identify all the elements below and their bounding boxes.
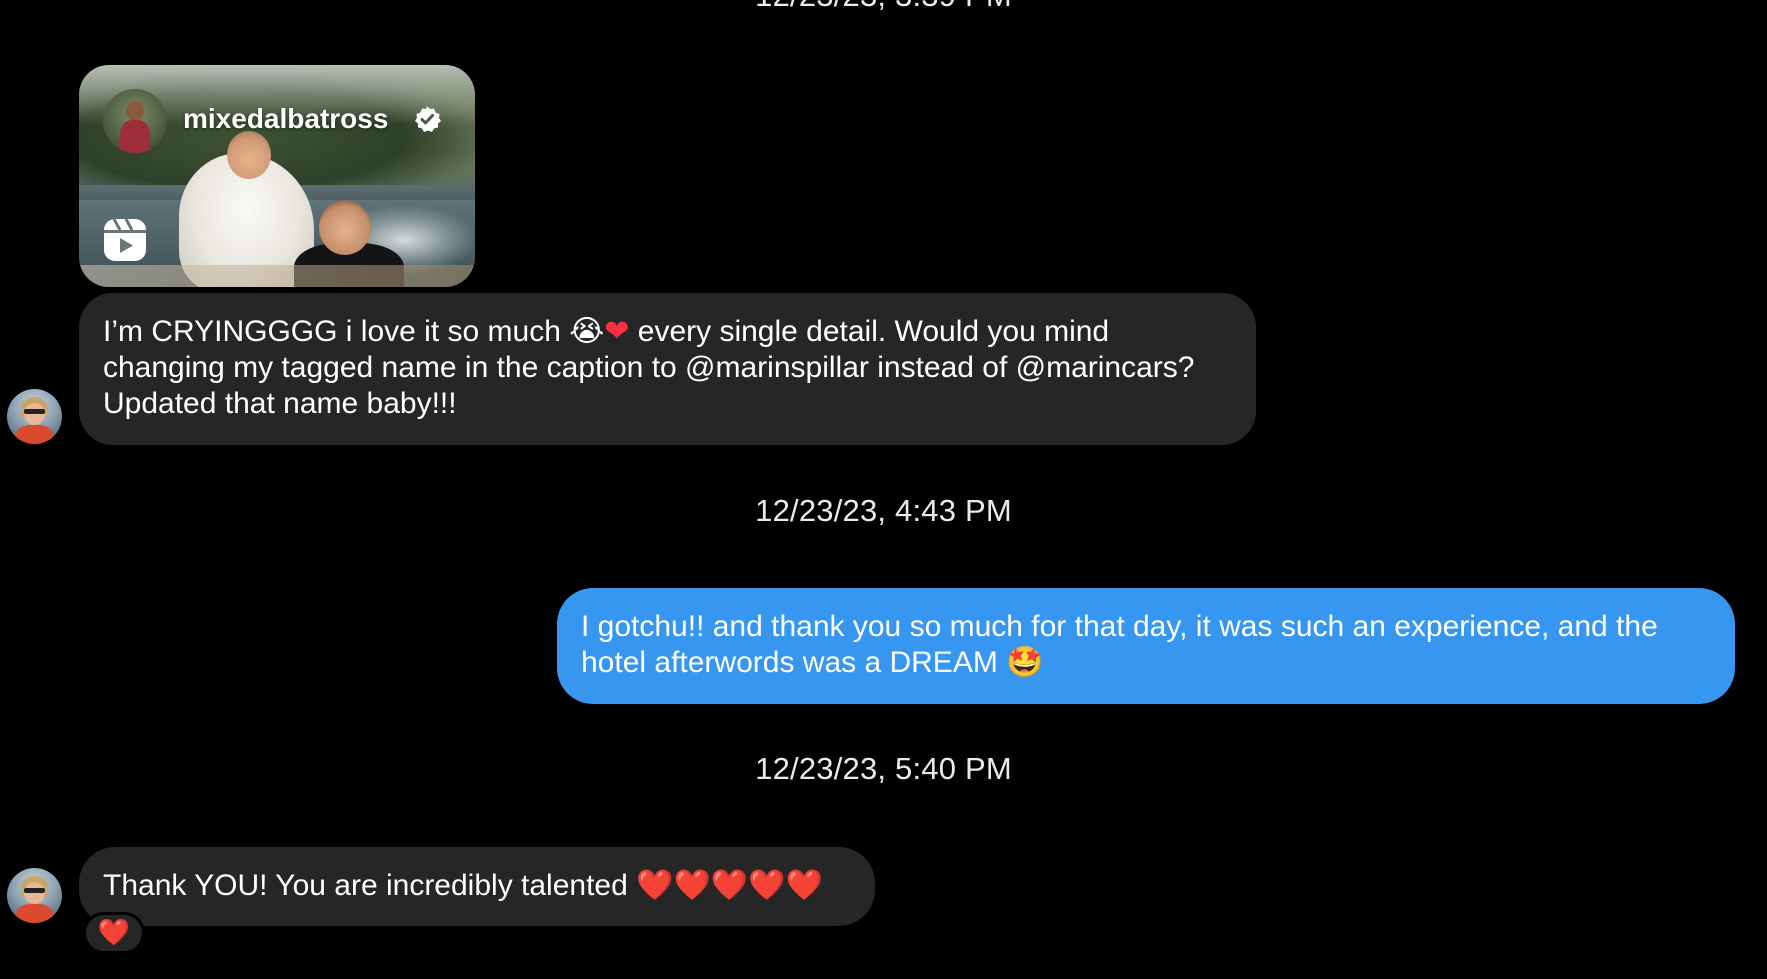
reel-thumbnail-bride-head bbox=[227, 131, 271, 179]
message-text: Thank YOU! You are incredibly talented bbox=[103, 869, 637, 902]
outgoing-message-bubble[interactable]: I gotchu!! and thank you so much for tha… bbox=[557, 588, 1735, 704]
reel-author-avatar[interactable] bbox=[103, 89, 167, 153]
message-text: I’m CRYINGGGG i love it so much bbox=[103, 315, 570, 348]
timestamp-divider: 12/23/23, 4:43 PM bbox=[755, 493, 1012, 528]
reel-author-username[interactable]: mixedalbatross bbox=[183, 103, 388, 135]
message-text: I gotchu!! and thank you so much for tha… bbox=[581, 610, 1658, 679]
timestamp-divider: 12/23/23, 3:39 PM bbox=[0, 0, 1767, 14]
reel-thumbnail-boat bbox=[79, 265, 475, 287]
chat-thread: 12/23/23, 3:39 PM mixedalbatross bbox=[0, 0, 1767, 979]
contact-avatar[interactable] bbox=[7, 389, 62, 444]
crying-heart-emoji: 😭❤ bbox=[569, 314, 630, 349]
heart-reaction-icon[interactable]: ❤️ bbox=[83, 912, 145, 954]
star-struck-emoji: 🤩 bbox=[1006, 645, 1044, 680]
shared-reel-card[interactable]: mixedalbatross bbox=[79, 65, 475, 287]
reels-icon bbox=[104, 218, 146, 261]
hearts-emoji: ❤️❤️❤️❤️❤️ bbox=[636, 868, 823, 903]
reel-thumbnail-groom-head bbox=[319, 200, 371, 255]
timestamp-divider: 12/23/23, 5:40 PM bbox=[755, 751, 1012, 786]
verified-badge-icon bbox=[415, 106, 441, 132]
contact-avatar[interactable] bbox=[7, 868, 62, 923]
incoming-message-bubble[interactable]: I’m CRYINGGGG i love it so much 😭❤ every… bbox=[79, 293, 1256, 445]
incoming-message-bubble[interactable]: Thank YOU! You are incredibly talented ❤… bbox=[79, 847, 875, 926]
